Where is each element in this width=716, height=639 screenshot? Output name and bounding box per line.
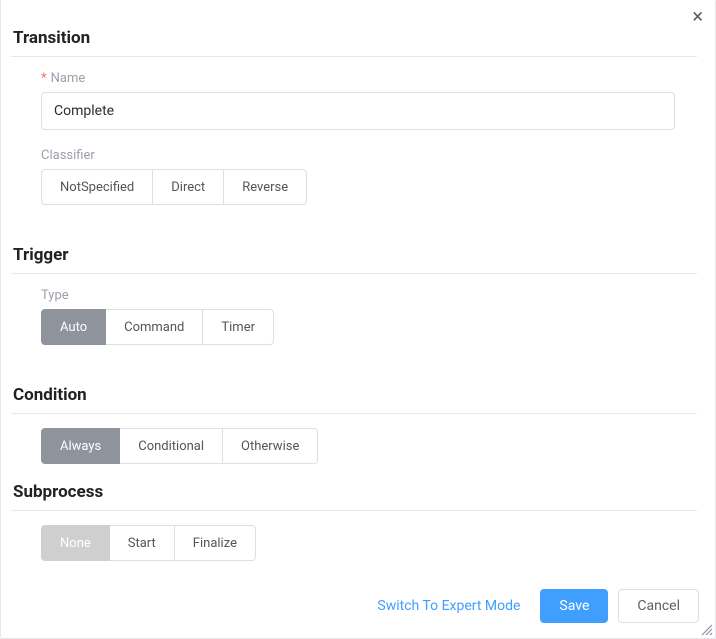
divider bbox=[11, 56, 697, 57]
classifier-notspecified[interactable]: NotSpecified bbox=[41, 169, 153, 205]
section-title-condition: Condition bbox=[11, 385, 697, 407]
label-classifier: Classifier bbox=[41, 148, 95, 163]
name-input[interactable] bbox=[41, 92, 675, 130]
subprocess-start[interactable]: Start bbox=[109, 525, 175, 561]
classifier-group: NotSpecified Direct Reverse bbox=[41, 169, 697, 205]
field-classifier: Classifier NotSpecified Direct Reverse bbox=[41, 148, 697, 205]
field-condition: Always Conditional Otherwise bbox=[41, 428, 697, 464]
subprocess-finalize[interactable]: Finalize bbox=[174, 525, 256, 561]
field-name: * Name bbox=[41, 71, 697, 130]
section-title-subprocess: Subprocess bbox=[11, 482, 697, 504]
trigger-auto[interactable]: Auto bbox=[41, 309, 106, 345]
trigger-type-group: Auto Command Timer bbox=[41, 309, 697, 345]
close-icon[interactable]: × bbox=[692, 6, 703, 26]
field-trigger-type: Type Auto Command Timer bbox=[41, 288, 697, 345]
dialog-footer: Switch To Expert Mode Save Cancel bbox=[1, 584, 701, 628]
divider bbox=[11, 413, 697, 414]
subprocess-none[interactable]: None bbox=[41, 525, 110, 561]
divider bbox=[11, 273, 697, 274]
condition-otherwise[interactable]: Otherwise bbox=[222, 428, 318, 464]
trigger-timer[interactable]: Timer bbox=[202, 309, 274, 345]
section-title-trigger: Trigger bbox=[11, 245, 697, 267]
condition-group: Always Conditional Otherwise bbox=[41, 428, 697, 464]
resize-grip-icon[interactable] bbox=[699, 622, 713, 636]
scroll-area[interactable]: Transition * Name Classifier NotSpecifie… bbox=[11, 28, 701, 580]
label-trigger-type: Type bbox=[41, 288, 69, 303]
section-title-transition: Transition bbox=[11, 28, 697, 50]
divider bbox=[11, 510, 697, 511]
subprocess-group: None Start Finalize bbox=[41, 525, 697, 561]
field-subprocess: None Start Finalize bbox=[41, 525, 697, 561]
classifier-reverse[interactable]: Reverse bbox=[223, 169, 307, 205]
cancel-button[interactable]: Cancel bbox=[618, 589, 699, 623]
transition-dialog: × Transition * Name Classifier NotSpecif… bbox=[0, 0, 716, 639]
trigger-command[interactable]: Command bbox=[105, 309, 203, 345]
save-button[interactable]: Save bbox=[540, 589, 608, 623]
switch-expert-mode-link[interactable]: Switch To Expert Mode bbox=[367, 598, 530, 614]
condition-always[interactable]: Always bbox=[41, 428, 120, 464]
condition-conditional[interactable]: Conditional bbox=[119, 428, 223, 464]
required-marker: * bbox=[41, 71, 47, 86]
dialog-body: Transition * Name Classifier NotSpecifie… bbox=[11, 28, 701, 580]
classifier-direct[interactable]: Direct bbox=[152, 169, 224, 205]
label-name: Name bbox=[51, 71, 86, 86]
